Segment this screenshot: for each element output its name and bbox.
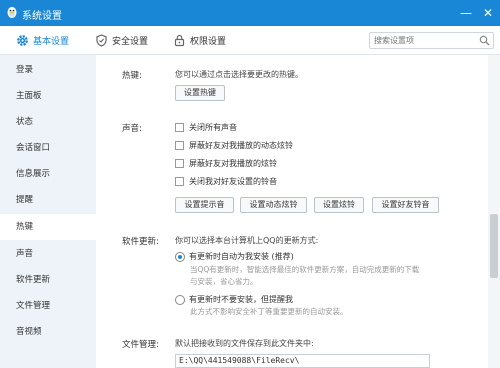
sidebar-item-file-management[interactable]: 文件管理 bbox=[0, 293, 96, 319]
title-bar: 系统设置 — ✕ bbox=[0, 0, 500, 26]
checkbox-label: 屏蔽好友对我播放的动态炫铃 bbox=[189, 141, 293, 150]
qq-penguin-icon bbox=[7, 7, 17, 18]
scrollbar-track[interactable] bbox=[488, 55, 500, 368]
set-friend-ringtone-button[interactable]: 设置好友铃音 bbox=[372, 197, 439, 213]
radio-label: 有更新时自动为我安装 (推荐) bbox=[189, 252, 294, 261]
update-auto-note-line1: 当QQ有更新时，智能选择最佳的软件更新方案，自动完成更新的下载 bbox=[190, 265, 420, 274]
checkbox-label: 关闭所有声音 bbox=[189, 123, 237, 132]
tab-label: 基本设置 bbox=[33, 36, 70, 47]
sidebar-item-audio-video[interactable]: 音视频 bbox=[0, 319, 96, 345]
radio-label: 有更新时不要安装，但提醒我 bbox=[189, 295, 293, 304]
checkbox-label: 屏蔽好友对我播放的炫铃 bbox=[189, 159, 277, 168]
set-notification-sound-button[interactable]: 设置提示音 bbox=[175, 197, 234, 213]
update-notify-note: 此方式不影响安全补丁等重要更新的自动安装。 bbox=[190, 307, 348, 316]
checkbox[interactable] bbox=[175, 123, 184, 132]
search-icon[interactable] bbox=[479, 35, 490, 46]
file-management-description: 默认把接收到的文件保存到此文件夹中: bbox=[175, 339, 314, 348]
file-save-path-field[interactable]: E:\QQ\441549088\FileRecv\ bbox=[175, 354, 430, 368]
sidebar-item-status[interactable]: 状态 bbox=[0, 109, 96, 135]
sound-option-block-ring[interactable]: 屏蔽好友对我播放的炫铃 bbox=[175, 158, 277, 169]
minimize-button[interactable]: — bbox=[458, 5, 474, 21]
sidebar: 登录 主面板 状态 会话窗口 信息展示 提醒 热键 声音 软件更新 文件管理 音… bbox=[0, 55, 96, 368]
checkbox[interactable] bbox=[175, 177, 184, 186]
sidebar-item-software-update[interactable]: 软件更新 bbox=[0, 267, 96, 293]
tab-label: 安全设置 bbox=[112, 36, 149, 47]
file-management-section-label: 文件管理: bbox=[122, 340, 159, 350]
hotkey-description: 您可以通过点击选择要更改的热键。 bbox=[175, 70, 303, 79]
gear-icon bbox=[17, 34, 28, 46]
sidebar-item-chat-window[interactable]: 会话窗口 bbox=[0, 135, 96, 161]
tab-security-settings[interactable]: 安全设置 bbox=[95, 26, 148, 54]
checkbox-label: 关闭我对好友设置的铃音 bbox=[189, 177, 277, 186]
search-box bbox=[369, 32, 494, 49]
sidebar-item-sound[interactable]: 声音 bbox=[0, 241, 96, 267]
update-section-label: 软件更新: bbox=[122, 237, 159, 247]
update-auto-note-line2: 与安装，省心省力。 bbox=[190, 277, 258, 286]
close-button[interactable]: ✕ bbox=[480, 5, 496, 21]
checkbox[interactable] bbox=[175, 141, 184, 150]
sidebar-item-hotkey[interactable]: 热键 bbox=[0, 214, 96, 240]
radio-button[interactable] bbox=[175, 251, 185, 262]
sidebar-item-login[interactable]: 登录 bbox=[0, 57, 96, 83]
settings-content: 热键: 您可以通过点击选择要更改的热键。 设置热键 声音: 关闭所有声音 屏蔽好… bbox=[96, 55, 488, 368]
shield-icon bbox=[96, 33, 107, 47]
sound-option-mute-all[interactable]: 关闭所有声音 bbox=[175, 122, 237, 133]
sound-option-block-dynamic-ring[interactable]: 屏蔽好友对我播放的动态炫铃 bbox=[175, 140, 293, 151]
sound-option-disable-friend-ringtone[interactable]: 关闭我对好友设置的铃音 bbox=[175, 176, 277, 187]
sound-section-label: 声音: bbox=[122, 124, 142, 134]
sidebar-item-main-panel[interactable]: 主面板 bbox=[0, 83, 96, 109]
checkbox[interactable] bbox=[175, 159, 184, 168]
lock-icon bbox=[174, 34, 185, 46]
update-description: 你可以选择本台计算机上QQ的更新方式: bbox=[175, 236, 319, 245]
update-notify-only-option[interactable]: 有更新时不要安装，但提醒我 bbox=[175, 294, 293, 305]
sidebar-item-info-display[interactable]: 信息展示 bbox=[0, 161, 96, 187]
search-input[interactable] bbox=[374, 34, 474, 47]
set-hotkey-button[interactable]: 设置热键 bbox=[175, 85, 225, 101]
set-dynamic-ring-button[interactable]: 设置动态炫铃 bbox=[240, 197, 307, 213]
tab-permission-settings[interactable]: 权限设置 bbox=[173, 26, 226, 54]
tab-basic-settings[interactable]: 基本设置 bbox=[16, 26, 69, 54]
set-ring-button[interactable]: 设置炫铃 bbox=[314, 197, 364, 213]
radio-button[interactable] bbox=[175, 294, 185, 305]
update-auto-install-option[interactable]: 有更新时自动为我安装 (推荐) bbox=[175, 251, 294, 262]
tab-label: 权限设置 bbox=[190, 36, 227, 47]
sidebar-item-reminder[interactable]: 提醒 bbox=[0, 187, 96, 213]
window-title: 系统设置 bbox=[22, 11, 62, 22]
hotkey-section-label: 热键: bbox=[122, 71, 142, 81]
scrollbar-thumb[interactable] bbox=[490, 214, 498, 278]
